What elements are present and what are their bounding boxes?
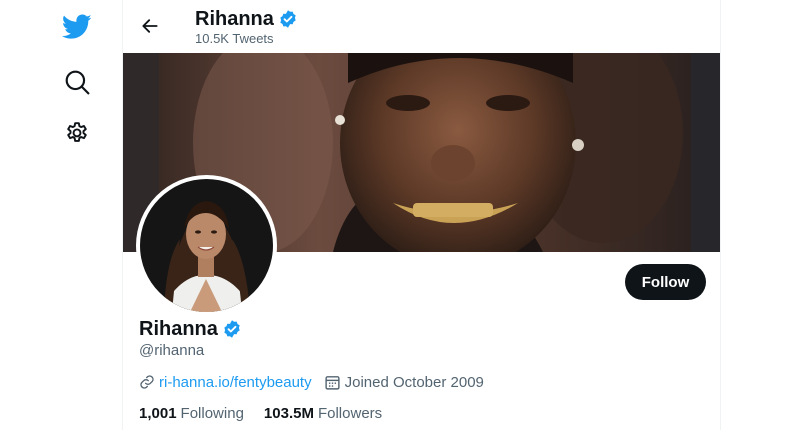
- profile-column: Rihanna 10.5K Tweets Follow Rihanna @rih…: [122, 0, 721, 430]
- tweet-count: 10.5K Tweets: [195, 31, 274, 46]
- followers-label: Followers: [317, 404, 383, 422]
- profile-handle: @rihanna: [139, 342, 205, 359]
- verified-badge-icon: [278, 9, 298, 29]
- followers-count: 103.5M: [263, 404, 314, 422]
- follow-button[interactable]: Follow: [625, 264, 706, 300]
- gear-icon[interactable]: [58, 115, 96, 153]
- profile-display-name: Rihanna: [139, 317, 218, 340]
- profile-name-row: Rihanna: [139, 317, 242, 341]
- website-link[interactable]: ri-hanna.io/fentybeauty: [159, 374, 312, 391]
- verified-badge-icon: [222, 319, 242, 339]
- joined-text: Joined October 2009: [344, 373, 484, 391]
- header-name-row: Rihanna: [195, 7, 298, 31]
- following-stat[interactable]: 1,001 Following: [139, 405, 244, 422]
- avatar[interactable]: [136, 175, 277, 316]
- follow-stats: 1,001 Following 103.5M Followers: [139, 403, 382, 423]
- profile-meta: ri-hanna.io/fentybeauty Joined October 2…: [139, 372, 484, 392]
- twitter-bird-icon[interactable]: [58, 8, 96, 46]
- left-navigation: [0, 0, 122, 430]
- following-label: Following: [180, 404, 244, 422]
- avatar-photo: [140, 179, 273, 312]
- calendar-icon: [324, 374, 341, 391]
- following-count: 1,001: [139, 404, 177, 422]
- search-icon[interactable]: [58, 63, 96, 101]
- followers-stat[interactable]: 103.5M Followers: [264, 405, 382, 422]
- back-arrow-icon[interactable]: [135, 11, 165, 41]
- link-icon: [139, 374, 155, 390]
- joined-date: Joined October 2009: [324, 374, 484, 391]
- header-display-name: Rihanna: [195, 7, 274, 30]
- profile-header-bar: Rihanna 10.5K Tweets: [123, 0, 720, 53]
